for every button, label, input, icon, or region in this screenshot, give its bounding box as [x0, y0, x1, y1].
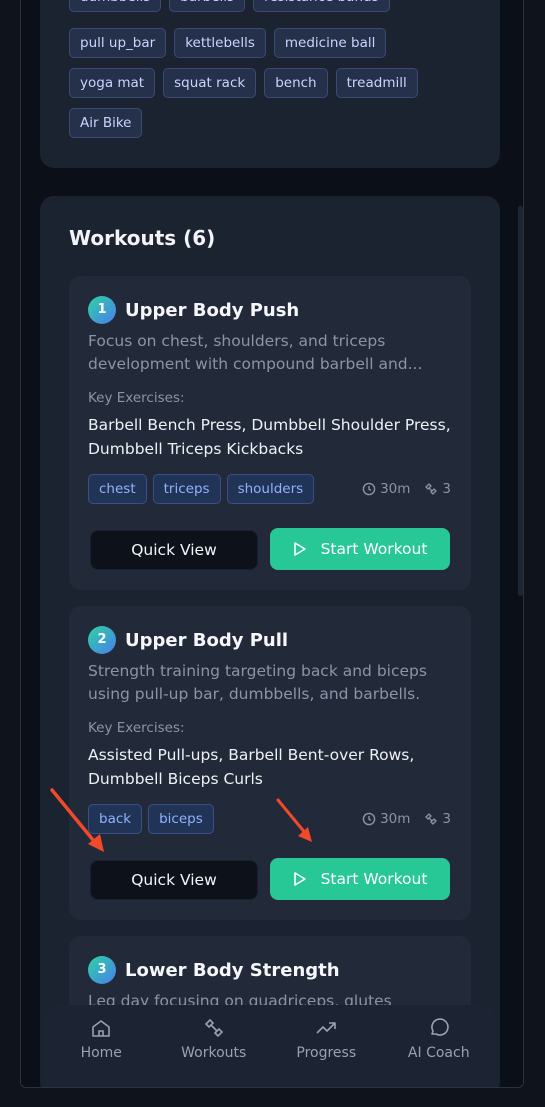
key-exercises-label: Key Exercises:	[88, 390, 185, 406]
equipment-tag: resistance bands	[253, 0, 390, 12]
section-title: Workouts (6)	[69, 226, 216, 250]
nav-workouts[interactable]: Workouts	[164, 1017, 264, 1087]
dumbbell-icon	[425, 813, 438, 825]
duration: 30m	[362, 481, 410, 497]
duration-value: 30m	[380, 481, 411, 497]
trending-up-icon	[316, 1022, 337, 1034]
play-icon	[293, 542, 306, 556]
workout-title[interactable]: Lower Body Strength	[125, 960, 340, 981]
workout-title[interactable]: Upper Body Push	[125, 300, 299, 321]
muscle-tag: chest	[88, 474, 147, 504]
equipment-tag: barbells	[169, 0, 246, 12]
nav-ai-coach[interactable]: AI Coach	[389, 1017, 489, 1087]
muscle-tag: shoulders	[226, 474, 315, 504]
clock-icon	[362, 482, 376, 496]
equipment-tag: dumbbells	[69, 0, 162, 12]
app-frame: dumbbells barbells resistance bands pull…	[20, 0, 524, 1088]
bottom-nav: Home Workouts Progress AI Coach	[45, 1005, 495, 1087]
exercise-count-value: 3	[442, 481, 451, 497]
workout-description: Strength training targeting back and bic…	[88, 662, 427, 703]
equipment-tag: kettlebells	[174, 28, 266, 58]
workout-title[interactable]: Upper Body Pull	[125, 630, 288, 651]
exercise-count: 3	[424, 481, 451, 497]
duration: 30m	[362, 811, 410, 827]
equipment-tag: bench	[264, 68, 328, 98]
annotation-arrow-icon	[50, 788, 104, 852]
play-icon	[293, 872, 306, 886]
nav-workouts-label: Workouts	[181, 1045, 247, 1061]
equipment-tag: squat rack	[163, 68, 257, 98]
workouts-section: Workouts (6) 1 Upper Body Push Focus on …	[40, 196, 500, 1087]
key-exercises: Barbell Bench Press, Dumbbell Shoulder P…	[88, 416, 451, 458]
workout-card: 1 Upper Body Push Focus on chest, should…	[69, 276, 471, 590]
equipment-tag: Air Bike	[69, 108, 143, 138]
muscle-tag: triceps	[152, 474, 221, 504]
workout-card: 2 Upper Body Pull Strength training targ…	[69, 606, 471, 920]
dumbbell-icon	[204, 1018, 223, 1038]
equipment-tag: pull up_bar	[69, 28, 167, 58]
key-exercises: Assisted Pull-ups, Barbell Bent-over Row…	[88, 746, 415, 788]
dumbbell-icon	[425, 483, 438, 495]
duration-value: 30m	[380, 811, 411, 827]
workout-description: Focus on chest, shoulders, and triceps d…	[88, 332, 423, 373]
nav-progress-label: Progress	[296, 1045, 357, 1061]
exercise-count-value: 3	[442, 811, 451, 827]
workout-number-badge: 2	[88, 626, 116, 654]
annotation-arrow-icon	[276, 798, 312, 842]
muscle-tag: biceps	[148, 804, 214, 834]
quick-view-button[interactable]: Quick View	[90, 860, 258, 900]
scrollbar[interactable]	[518, 206, 523, 596]
exercise-count: 3	[424, 811, 451, 827]
start-workout-label: Start Workout	[320, 540, 428, 558]
nav-ai-coach-label: AI Coach	[407, 1045, 470, 1061]
nav-home-label: Home	[80, 1045, 122, 1061]
clock-icon	[362, 812, 376, 826]
workout-number-badge: 3	[88, 956, 116, 984]
key-exercises-label: Key Exercises:	[88, 720, 185, 736]
start-workout-label: Start Workout	[320, 870, 428, 888]
chat-bubble-icon	[430, 1018, 449, 1036]
home-icon	[92, 1020, 111, 1037]
nav-home[interactable]: Home	[51, 1017, 151, 1087]
equipment-tag: medicine ball	[273, 28, 387, 58]
equipment-tag: treadmill	[335, 68, 418, 98]
start-workout-button[interactable]: Start Workout	[270, 528, 450, 570]
equipment-tag: yoga mat	[69, 68, 156, 98]
nav-progress[interactable]: Progress	[276, 1017, 376, 1087]
workout-number-badge: 1	[88, 296, 116, 324]
start-workout-button[interactable]: Start Workout	[270, 858, 450, 900]
quick-view-button[interactable]: Quick View	[90, 530, 258, 570]
